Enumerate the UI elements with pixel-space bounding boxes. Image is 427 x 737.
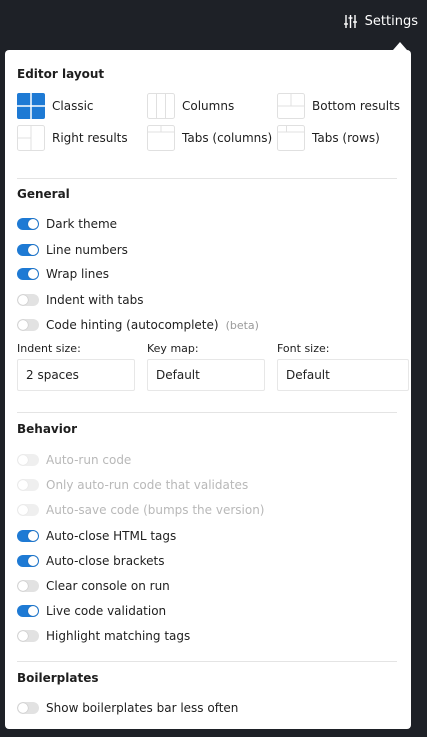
toggle-label: Auto-close HTML tags — [46, 529, 177, 543]
behavior-title: Behavior — [17, 422, 78, 436]
auto-close-html-toggle[interactable] — [17, 530, 39, 542]
layout-columns-icon — [147, 93, 175, 119]
section-divider — [17, 412, 397, 413]
line-numbers-toggle[interactable] — [17, 244, 39, 256]
layout-bottom-results-icon — [277, 93, 305, 119]
layout-option-label: Tabs (columns) — [182, 131, 273, 145]
general-title: General — [17, 187, 70, 201]
highlight-tags-toggle[interactable] — [17, 630, 39, 642]
toggle-row-auto-run: Auto-run code — [17, 451, 131, 469]
auto-save-toggle[interactable] — [17, 504, 39, 516]
toggle-row-only-auto-run-validates: Only auto-run code that validates — [17, 476, 248, 494]
toggle-label: Indent with tabs — [46, 293, 144, 307]
layout-tabs-rows-icon — [277, 125, 305, 151]
toggle-row-auto-close-html: Auto-close HTML tags — [17, 527, 176, 545]
indent-size-value: 2 spaces — [26, 368, 79, 382]
boilerplates-title: Boilerplates — [17, 671, 99, 685]
toggle-row-line-numbers: Line numbers — [17, 241, 128, 259]
settings-label: Settings — [364, 13, 418, 29]
key-map-value: Default — [156, 368, 200, 382]
layout-option-tabs-rows[interactable]: Tabs (rows) — [277, 125, 380, 151]
font-size-value: Default — [286, 368, 330, 382]
layout-option-bottom-results[interactable]: Bottom results — [277, 93, 400, 119]
toggle-row-wrap-lines: Wrap lines — [17, 265, 109, 283]
top-bar: Settings — [0, 0, 427, 42]
toggle-label: Line numbers — [46, 243, 128, 257]
toggle-label: Highlight matching tags — [46, 629, 191, 643]
indent-size-label: Indent size: — [17, 342, 81, 355]
toggle-row-dark-theme: Dark theme — [17, 215, 117, 233]
layout-option-columns[interactable]: Columns — [147, 93, 234, 119]
toggle-row-auto-save: Auto-save code (bumps the version) — [17, 501, 265, 519]
indent-size-select[interactable]: 2 spaces — [17, 359, 135, 391]
popover-caret — [393, 42, 407, 50]
beta-tag: (beta) — [225, 318, 259, 332]
sliders-icon — [343, 14, 358, 29]
layout-option-label: Columns — [182, 99, 235, 113]
auto-close-brackets-toggle[interactable] — [17, 555, 39, 567]
key-map-label: Key map: — [147, 342, 199, 355]
code-hinting-toggle[interactable] — [17, 319, 39, 331]
toggle-label: Dark theme — [46, 217, 118, 231]
toggle-label: Auto-save code (bumps the version) — [46, 503, 265, 517]
toggle-label: Auto-close brackets — [46, 554, 165, 568]
settings-panel: Editor layout Classic Columns Bottom res… — [5, 50, 411, 729]
toggle-row-clear-console: Clear console on run — [17, 577, 170, 595]
layout-option-label: Classic — [52, 99, 94, 113]
clear-console-toggle[interactable] — [17, 580, 39, 592]
layout-tabs-columns-icon — [147, 125, 175, 151]
toggle-label: Show boilerplates bar less often — [46, 701, 239, 715]
toggle-row-highlight-tags: Highlight matching tags — [17, 627, 190, 645]
toggle-row-indent-with-tabs: Indent with tabs — [17, 291, 143, 309]
editor-layout-title: Editor layout — [17, 67, 105, 81]
layout-option-right-results[interactable]: Right results — [17, 125, 128, 151]
toggle-label: Auto-run code — [46, 453, 132, 467]
wrap-lines-toggle[interactable] — [17, 268, 39, 280]
font-size-select[interactable]: Default — [277, 359, 409, 391]
toggle-row-auto-close-brackets: Auto-close brackets — [17, 552, 165, 570]
toggle-row-live-validation: Live code validation — [17, 602, 166, 620]
layout-option-tabs-columns[interactable]: Tabs (columns) — [147, 125, 272, 151]
layout-right-results-icon — [17, 125, 45, 151]
indent-with-tabs-toggle[interactable] — [17, 294, 39, 306]
layout-option-label: Bottom results — [312, 99, 401, 113]
section-divider — [17, 661, 397, 662]
toggle-label: Wrap lines — [46, 267, 109, 281]
toggle-label: Only auto-run code that validates — [46, 478, 249, 492]
boilerplates-bar-toggle[interactable] — [17, 702, 39, 714]
layout-option-label: Right results — [52, 131, 128, 145]
toggle-label: Code hinting (autocomplete) — [46, 318, 219, 332]
live-validation-toggle[interactable] — [17, 605, 39, 617]
toggle-row-code-hinting: Code hinting (autocomplete) (beta) — [17, 316, 259, 334]
layout-option-label: Tabs (rows) — [312, 131, 380, 145]
font-size-label: Font size: — [277, 342, 330, 355]
layout-classic-icon — [17, 93, 45, 119]
auto-run-toggle[interactable] — [17, 454, 39, 466]
toggle-row-boilerplates-bar: Show boilerplates bar less often — [17, 699, 238, 717]
dark-theme-toggle[interactable] — [17, 218, 39, 230]
toggle-label: Live code validation — [46, 604, 167, 618]
toggle-label: Clear console on run — [46, 579, 170, 593]
key-map-select[interactable]: Default — [147, 359, 265, 391]
settings-button[interactable]: Settings — [343, 10, 418, 32]
section-divider — [17, 178, 397, 179]
layout-option-classic[interactable]: Classic — [17, 93, 94, 119]
only-auto-run-validates-toggle[interactable] — [17, 479, 39, 491]
